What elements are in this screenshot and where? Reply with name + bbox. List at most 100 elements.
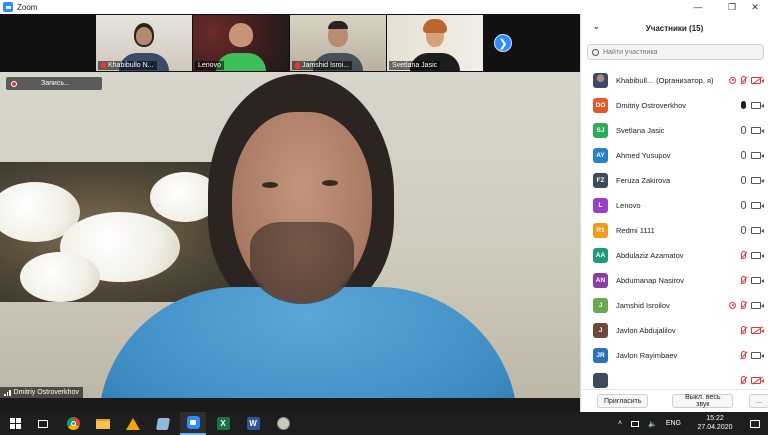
chrome-icon xyxy=(66,417,80,430)
active-speaker-label: Dmitriy Ostroverkhov xyxy=(0,387,83,398)
task-view-button[interactable] xyxy=(30,412,56,435)
taskbar-explorer[interactable] xyxy=(90,412,116,435)
participant-row[interactable] xyxy=(581,368,768,390)
minimize-button[interactable]: — xyxy=(680,0,716,14)
close-button[interactable]: ✕ xyxy=(742,0,768,14)
mic-icon[interactable] xyxy=(741,151,746,159)
gallery-tile[interactable]: Svetlana Jasic xyxy=(387,15,483,71)
tray-arrow-icon[interactable]: ˄ xyxy=(618,420,622,427)
avatar xyxy=(593,73,608,88)
search-participant-input[interactable] xyxy=(603,48,753,56)
recording-indicator[interactable]: Запись... xyxy=(6,77,102,90)
camera-off-icon[interactable] xyxy=(751,326,764,334)
participant-name: Svetlana Jasic xyxy=(616,126,665,135)
mic-icon[interactable] xyxy=(741,201,746,209)
mic-muted-icon[interactable] xyxy=(741,251,746,259)
app-icon xyxy=(276,417,290,430)
camera-icon[interactable] xyxy=(751,351,764,359)
mic-muted-icon[interactable] xyxy=(741,376,746,384)
mic-muted-icon[interactable] xyxy=(741,276,746,284)
notifications-button[interactable] xyxy=(742,412,768,435)
participant-row[interactable]: L Lenovo xyxy=(581,193,768,218)
participant-row[interactable]: JR Javlon Rayimbaev xyxy=(581,343,768,368)
taskbar-zoom[interactable] xyxy=(180,412,206,435)
mic-muted-icon[interactable] xyxy=(741,326,746,334)
volume-icon[interactable]: 🔈 xyxy=(648,420,657,428)
start-button[interactable] xyxy=(2,412,28,435)
participant-row[interactable]: SJ Svetlana Jasic xyxy=(581,118,768,143)
camera-icon[interactable] xyxy=(751,176,764,184)
participant-row[interactable]: J Javlon Abdujalilov xyxy=(581,318,768,343)
zoom-icon xyxy=(186,416,200,429)
gallery-tile[interactable]: Jamshid Isroi... xyxy=(290,15,386,71)
collapse-chevron-icon[interactable]: ⌄ xyxy=(593,22,600,31)
taskbar-chrome[interactable] xyxy=(60,412,86,435)
gallery-tile-name: Khabibullo N... xyxy=(108,62,154,69)
avatar: L xyxy=(593,198,608,213)
app-icon xyxy=(155,417,171,430)
taskbar-app[interactable] xyxy=(270,412,296,435)
camera-icon[interactable] xyxy=(751,301,764,309)
camera-icon[interactable] xyxy=(751,201,764,209)
network-icon[interactable] xyxy=(631,420,640,427)
task-view-icon xyxy=(38,419,48,428)
excel-icon: X xyxy=(216,417,230,430)
language-indicator[interactable]: ENG xyxy=(666,420,681,427)
participant-row[interactable]: DO Dmitriy Ostroverkhov xyxy=(581,93,768,118)
participant-row[interactable]: AN Abdumanap Nasirov xyxy=(581,268,768,293)
word-icon: W xyxy=(246,417,260,430)
participant-status-icons xyxy=(741,351,764,359)
participant-status-icons xyxy=(741,326,764,334)
avatar: SJ xyxy=(593,123,608,138)
more-button[interactable]: ... xyxy=(749,394,768,408)
camera-icon[interactable] xyxy=(751,101,764,109)
taskbar-app[interactable] xyxy=(150,412,176,435)
mic-muted-icon[interactable] xyxy=(741,76,746,84)
gallery-tile-name: Svetlana Jasic xyxy=(392,62,438,69)
gallery-tile[interactable]: Khabibullo N... xyxy=(96,15,192,71)
avatar: AY xyxy=(593,148,608,163)
mic-icon[interactable] xyxy=(741,226,746,234)
taskbar-app[interactable] xyxy=(120,412,146,435)
participant-status-icons xyxy=(741,176,764,184)
participant-name: Redmi 1111 xyxy=(616,226,655,235)
mic-muted-icon[interactable] xyxy=(741,351,746,359)
participant-status-icons xyxy=(741,226,764,234)
avatar: AA xyxy=(593,248,608,263)
gallery-tile[interactable]: Lenovo xyxy=(193,15,289,71)
participant-row[interactable]: AY Ahmed Yusupov xyxy=(581,143,768,168)
camera-icon[interactable] xyxy=(751,126,764,134)
mute-all-button[interactable]: Выкл. весь звук xyxy=(672,394,734,408)
notification-icon xyxy=(750,419,760,428)
participant-name: Abdulaziz Azamatov xyxy=(616,251,684,260)
camera-icon[interactable] xyxy=(751,276,764,284)
participants-panel: ⌄ Участники (15) Khabibull...(Организато… xyxy=(580,14,768,412)
mic-icon[interactable] xyxy=(741,101,746,109)
participant-row[interactable]: FZ Feruza Zakirova xyxy=(581,168,768,193)
taskbar: X W ˄ 🔈 ENG 15:22 27.04.2020 xyxy=(0,412,768,435)
camera-icon[interactable] xyxy=(751,151,764,159)
participant-row[interactable]: J Jamshid Isroilov xyxy=(581,293,768,318)
next-page-button[interactable]: ❯ xyxy=(494,34,512,52)
camera-off-icon[interactable] xyxy=(751,376,764,384)
avatar: J xyxy=(593,298,608,313)
search-box[interactable] xyxy=(587,44,764,60)
camera-off-icon[interactable] xyxy=(751,76,764,84)
participant-name: Lenovo xyxy=(616,201,641,210)
camera-icon[interactable] xyxy=(751,251,764,259)
avatar: R1 xyxy=(593,223,608,238)
participant-row[interactable]: Khabibull... (Организатор, я) xyxy=(581,68,768,93)
camera-icon[interactable] xyxy=(751,226,764,234)
taskbar-excel[interactable]: X xyxy=(210,412,236,435)
recording-icon xyxy=(729,301,736,309)
participant-row[interactable]: AA Abdulaziz Azamatov xyxy=(581,243,768,268)
mic-icon[interactable] xyxy=(741,126,746,134)
clock[interactable]: 15:22 27.04.2020 xyxy=(695,414,735,432)
panel-footer: Пригласить Выкл. весь звук ... xyxy=(581,389,768,412)
invite-button[interactable]: Пригласить xyxy=(597,394,649,408)
mic-muted-icon[interactable] xyxy=(741,301,746,309)
mic-muted-icon xyxy=(295,62,300,69)
participant-row[interactable]: R1 Redmi 1111 xyxy=(581,218,768,243)
mic-icon[interactable] xyxy=(741,176,746,184)
taskbar-word[interactable]: W xyxy=(240,412,266,435)
